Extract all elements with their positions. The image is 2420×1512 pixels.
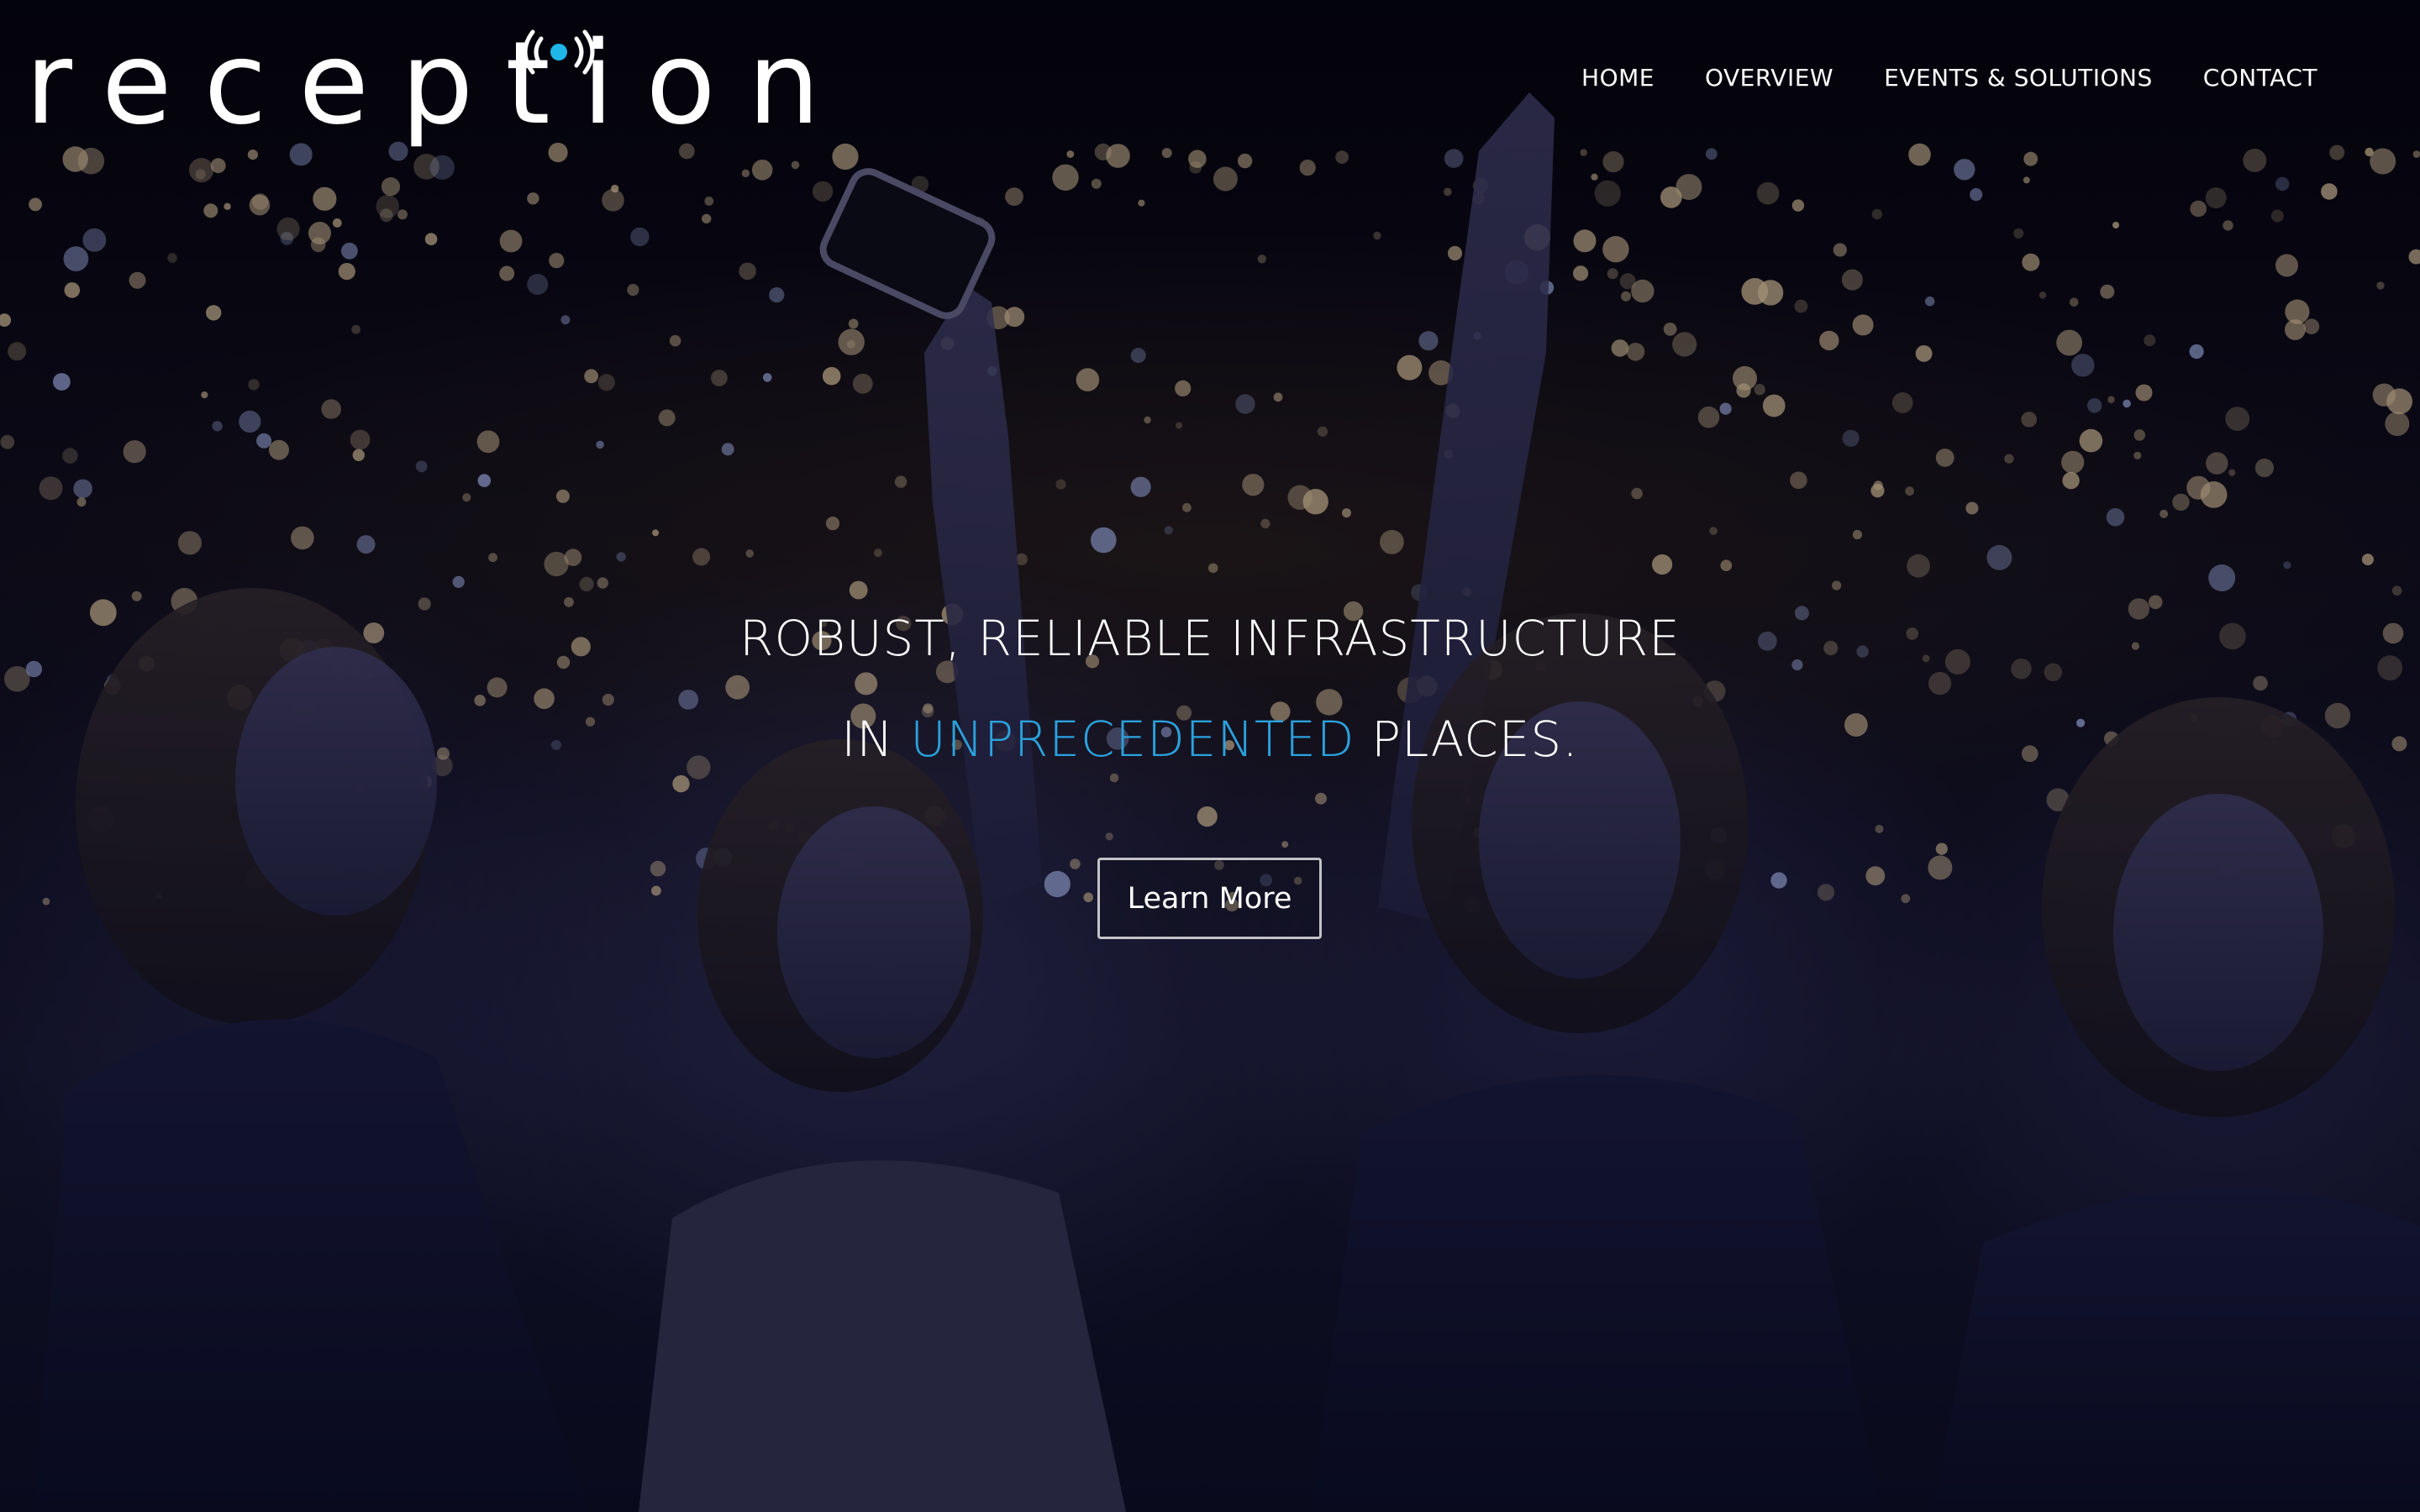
main-nav: HOME OVERVIEW EVENTS & SOLUTIONS CONTACT <box>1581 64 2317 92</box>
nav-overview[interactable]: OVERVIEW <box>1705 64 1833 92</box>
nav-contact[interactable]: CONTACT <box>2203 64 2317 92</box>
page: reception HOME OVERVIEW EVENTS & SOLUTIO… <box>0 0 2420 1512</box>
hero-headline-line1: ROBUST, RELIABLE INFRASTRUCTURE <box>739 610 1681 667</box>
hero-headline-line2-suffix: PLACES. <box>1355 711 1579 768</box>
hero-headline: ROBUST, RELIABLE INFRASTRUCTURE IN UNPRE… <box>0 588 2420 790</box>
hero-headline-line2: IN UNPRECEDENTED PLACES. <box>0 689 2420 790</box>
wifi-signal-icon <box>523 29 595 75</box>
hero-headline-accent: UNPRECEDENTED <box>910 711 1355 768</box>
nav-events-solutions[interactable]: EVENTS & SOLUTIONS <box>1884 64 2153 92</box>
logo-wordmark: reception <box>25 18 852 150</box>
nav-home[interactable]: HOME <box>1581 64 1655 92</box>
learn-more-button[interactable]: Learn More <box>1097 858 1322 939</box>
hero-headline-line2-prefix: IN <box>841 711 911 768</box>
reception-logo[interactable]: reception <box>25 17 820 151</box>
